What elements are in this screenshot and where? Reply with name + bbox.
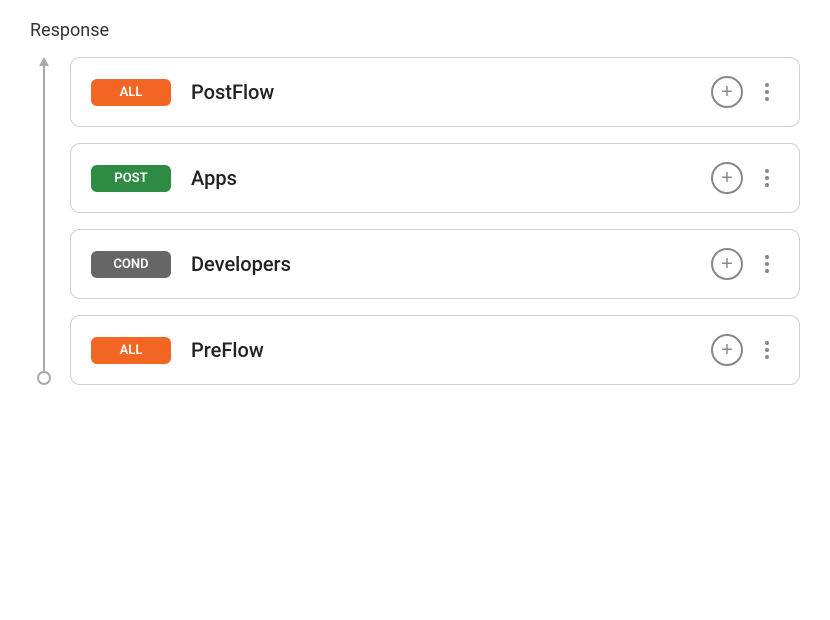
method-badge-preflow: ALL [91,337,171,364]
more-dot [765,262,769,266]
more-button-developers[interactable] [755,248,779,280]
method-badge-postflow: ALL [91,79,171,106]
more-dot [765,169,769,173]
page-title: Response [30,20,800,41]
more-dot [765,269,769,273]
flow-card-postflow: ALL PostFlow [70,57,800,127]
more-button-apps[interactable] [755,162,779,194]
more-dot [765,341,769,345]
card-actions-postflow [711,76,779,108]
flow-name-apps: Apps [191,166,711,190]
flow-card-apps: POST Apps [70,143,800,213]
flow-card-developers: COND Developers [70,229,800,299]
vertical-line [43,66,45,371]
add-button-preflow[interactable] [711,334,743,366]
card-actions-preflow [711,334,779,366]
card-actions-apps [711,162,779,194]
add-button-developers[interactable] [711,248,743,280]
more-button-postflow[interactable] [755,76,779,108]
timeline-line [30,57,58,385]
method-badge-apps: POST [91,165,171,192]
cards-container: ALL PostFlow POST Apps [58,57,800,385]
more-button-preflow[interactable] [755,334,779,366]
more-dot [765,255,769,259]
more-dot [765,183,769,187]
more-dot [765,90,769,94]
flow-name-preflow: PreFlow [191,338,711,362]
timeline-section: ALL PostFlow POST Apps [30,57,800,385]
method-badge-developers: COND [91,251,171,278]
page-container: Response ALL PostFlow [0,0,830,405]
circle-bottom-icon [37,371,51,385]
flow-name-developers: Developers [191,252,711,276]
arrow-up-icon [39,57,49,66]
more-dot [765,83,769,87]
add-button-apps[interactable] [711,162,743,194]
more-dot [765,176,769,180]
card-actions-developers [711,248,779,280]
flow-card-preflow: ALL PreFlow [70,315,800,385]
more-dot [765,348,769,352]
more-dot [765,355,769,359]
flow-name-postflow: PostFlow [191,80,711,104]
more-dot [765,97,769,101]
add-button-postflow[interactable] [711,76,743,108]
